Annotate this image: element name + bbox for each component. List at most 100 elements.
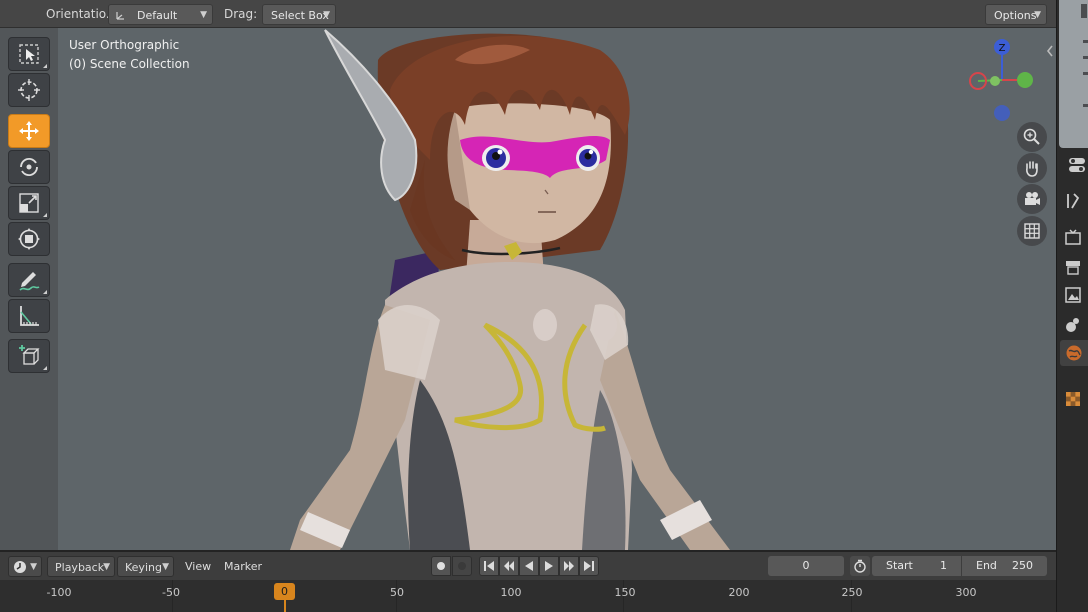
output-icon[interactable] [1064,258,1082,276]
outliner-peek [1059,0,1088,148]
neg-z-axis-handle[interactable] [994,105,1010,121]
zoom-button[interactable] [1017,122,1047,152]
render-icon[interactable] [1064,228,1082,246]
3d-viewport[interactable]: User Orthographic (0) Scene Collection Z [0,28,1056,550]
neg-y-axis-handle[interactable] [990,76,1000,86]
end-frame-field[interactable]: End 250 [962,556,1047,576]
measure-tool[interactable] [8,299,50,333]
cursor-icon [18,79,40,101]
chevron-down-icon: ▼ [323,10,330,20]
camera-icon [1025,192,1040,205]
editor-type-dropdown[interactable]: ▼ [8,556,42,577]
scene-icon[interactable] [1064,316,1082,334]
world-icon [1066,345,1082,361]
timeline-ruler[interactable]: -100 -50 50 100 150 200 250 300 [0,580,1056,612]
scene-collection-label: (0) Scene Collection [69,57,190,71]
playback-label: Playback [55,561,105,574]
drag-dropdown[interactable]: Select Box ▼ [262,4,336,25]
viewport-header: Orientatio... Default ▼ Drag: Select Box… [0,0,1056,28]
view-layer-icon[interactable] [1064,286,1082,304]
ruler-tick: -100 [46,586,72,599]
clock-icon [14,561,26,573]
navigation-gizmo[interactable]: Z [962,36,1042,126]
annotate-tool[interactable] [8,263,50,297]
start-label: Start [886,559,913,572]
preview-range-toggle[interactable] [850,556,870,576]
add-cube-icon [19,345,40,365]
z-axis-label: Z [999,43,1006,54]
jump-end-button[interactable] [579,556,599,576]
jump-start-icon [484,561,494,571]
cursor-tool[interactable] [8,73,50,107]
ortho-toggle-button[interactable] [1017,216,1047,246]
character-model [290,29,730,550]
ruler-tick: 100 [500,586,522,599]
tool-shelf [0,28,58,550]
current-frame-field[interactable]: 0 [768,556,844,576]
ruler-tick: 50 [390,586,404,599]
prev-keyframe-icon [504,561,514,571]
end-label: End [976,559,997,572]
start-value: 1 [940,559,947,572]
keying-menu[interactable]: Keying ▼ [117,556,174,577]
playback-menu[interactable]: Playback ▼ [47,556,115,577]
drag-value: Select Box [271,9,329,22]
scale-tool[interactable] [8,186,50,220]
playhead[interactable]: 0 [274,583,295,600]
hand-icon [1026,161,1038,177]
playhead-line [284,598,286,612]
auto-keying-toggle[interactable] [431,556,451,576]
chevron-left-icon[interactable] [1045,44,1055,58]
zoom-icon [1023,128,1040,145]
drag-label: Drag: [224,7,258,21]
play-button[interactable] [539,556,559,576]
move-icon [19,121,39,141]
rotate-icon [20,157,38,177]
prev-keyframe-button[interactable] [499,556,519,576]
view-name: User Orthographic [69,38,180,52]
chevron-down-icon: ▼ [30,562,37,572]
ruler-tick: 250 [841,586,863,599]
chevron-down-icon: ▼ [1034,10,1041,20]
transform-icon [18,228,40,250]
rotate-tool[interactable] [8,150,50,184]
play-reverse-icon [525,561,533,571]
select-box-icon [19,44,39,64]
ruler-tick: -50 [162,586,180,599]
ruler-icon [20,306,39,326]
orientation-dropdown[interactable]: Default ▼ [108,4,213,25]
marker-menu[interactable]: Marker [224,556,262,577]
keying-set-button[interactable] [452,556,472,576]
pencil-icon [19,272,40,291]
ruler-tick: 300 [955,586,977,599]
toggle-sidebar-icon[interactable] [1068,156,1086,174]
chevron-down-icon: ▼ [103,562,110,572]
texture-icon[interactable] [1064,390,1082,408]
tool-settings-icon[interactable] [1064,192,1082,210]
outliner-lines [1081,4,1088,107]
select-box-tool[interactable] [8,37,50,71]
chevron-down-icon: ▼ [162,562,169,572]
camera-view-button[interactable] [1017,184,1047,214]
transform-tool[interactable] [8,222,50,256]
options-label: Options [994,9,1037,22]
orientation-label: Orientatio... [46,7,118,21]
orientation-value: Default [137,9,178,22]
view-menu[interactable]: View [185,556,211,577]
move-tool[interactable] [8,114,50,148]
play-icon [545,561,553,571]
play-reverse-button[interactable] [519,556,539,576]
start-frame-field[interactable]: Start 1 [872,556,961,576]
add-cube-tool[interactable] [8,339,50,373]
world-tab[interactable] [1060,340,1088,366]
keying-label: Keying [125,561,162,574]
next-keyframe-icon [564,561,574,571]
stopwatch-icon [854,559,866,573]
jump-start-button[interactable] [479,556,499,576]
y-axis-handle[interactable] [1017,72,1033,88]
next-keyframe-button[interactable] [559,556,579,576]
options-dropdown[interactable]: Options ▼ [985,4,1047,25]
pan-button[interactable] [1017,153,1047,183]
orientation-axes-icon [116,12,124,20]
chevron-down-icon: ▼ [200,10,207,20]
